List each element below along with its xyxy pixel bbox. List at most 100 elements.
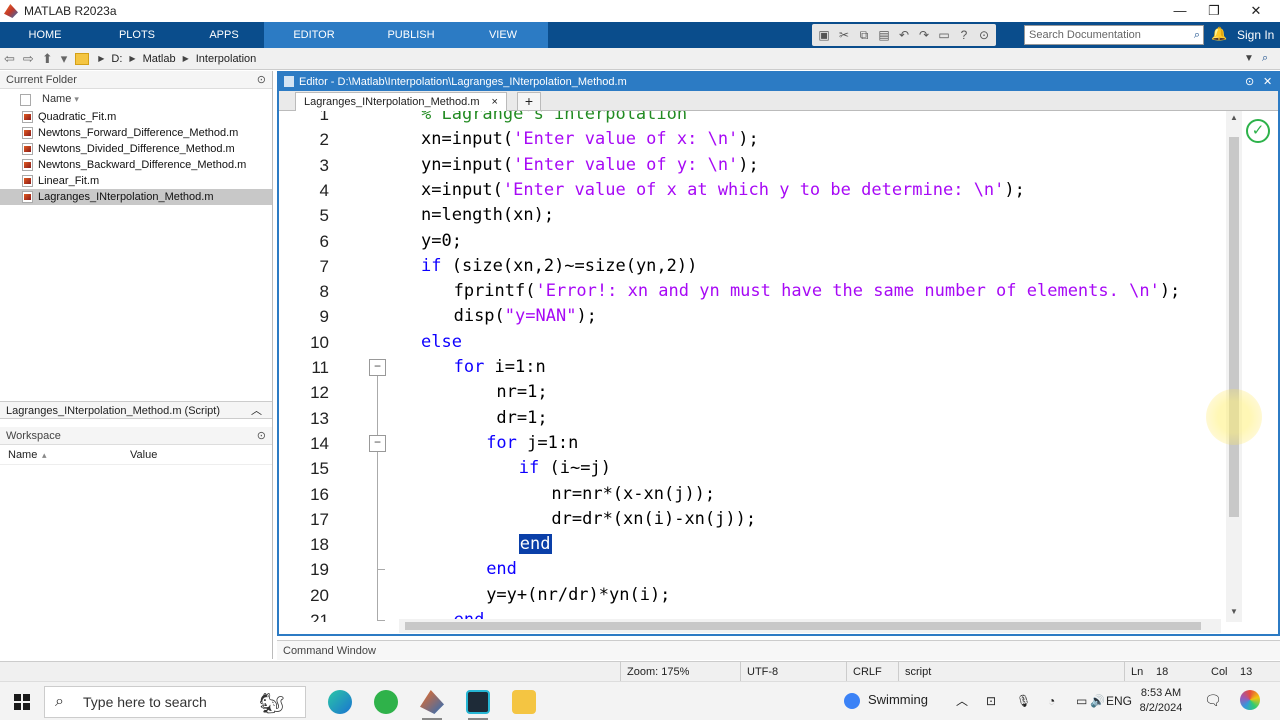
weather-widget[interactable]: Swimming (844, 692, 928, 709)
code-line[interactable]: 16 nr=nr*(x-xn(j)); (279, 482, 1220, 507)
wifi-icon[interactable]: ◔ (1048, 682, 1055, 721)
tab-plots[interactable]: PLOTS (90, 22, 184, 48)
code-line[interactable]: 4 x=input('Enter value of x at which y to… (279, 178, 1220, 203)
language-indicator[interactable]: ENG (1106, 682, 1132, 721)
battery-icon[interactable]: ▭ (1076, 682, 1087, 721)
meet-now-icon[interactable]: ⊡ (986, 682, 996, 721)
restore-icon[interactable]: ❐ (1194, 0, 1234, 22)
folder-search-icon[interactable]: ⌕ (1262, 52, 1268, 65)
help-icon[interactable]: ? (956, 27, 972, 43)
code-line[interactable]: 19 end (279, 557, 1220, 582)
line-number: 5 (319, 206, 329, 226)
code-analyzer-ok-icon[interactable]: ✓ (1246, 119, 1270, 143)
code-line[interactable]: 9 disp("y=NAN"); (279, 304, 1220, 329)
code-line[interactable]: 6 y=0; (279, 229, 1220, 254)
tab-apps[interactable]: APPS (184, 22, 264, 48)
undo-icon[interactable]: ↶ (896, 27, 912, 43)
redo-icon[interactable]: ↷ (916, 27, 932, 43)
taskbar-clock[interactable]: 8:53 AM 8/2/2024 (1136, 686, 1186, 716)
fold-toggle-icon[interactable]: − (369, 359, 386, 376)
horizontal-scroll-thumb[interactable] (405, 622, 1201, 630)
file-list-item[interactable]: Linear_Fit.m (0, 173, 272, 189)
tab-editor[interactable]: EDITOR (264, 22, 364, 48)
file-list-item[interactable]: Newtons_Forward_Difference_Method.m (0, 125, 272, 141)
code-line[interactable]: 1 % Lagrange's interpolation (279, 111, 1220, 127)
edge-browser-icon[interactable] (328, 690, 352, 714)
terminal-app-icon[interactable] (466, 690, 490, 714)
horizontal-scrollbar[interactable] (399, 619, 1221, 633)
address-dropdown-icon[interactable]: ▼ (1244, 53, 1254, 64)
code-line[interactable]: 3 yn=input('Enter value of y: \n'); (279, 153, 1220, 178)
breadcrumb-interpolation[interactable]: Interpolation (196, 53, 257, 65)
code-line[interactable]: 5 n=length(xn); (279, 203, 1220, 228)
cut-icon[interactable]: ✂ (836, 27, 852, 43)
editor-tab-strip: Lagranges_INterpolation_Method.m × + (279, 91, 1278, 111)
browse-folder-icon[interactable]: ▾ (61, 51, 68, 67)
collapse-details-icon[interactable]: ︿ (251, 402, 262, 420)
copy-icon[interactable]: ⧉ (856, 27, 872, 43)
paste-icon[interactable]: ▤ (876, 27, 892, 43)
details-bar[interactable]: Lagranges_INterpolation_Method.m (Script… (0, 401, 272, 419)
workspace-value-column[interactable]: Value (130, 445, 157, 465)
file-list-item[interactable]: Lagranges_INterpolation_Method.m (0, 189, 272, 205)
workspace-actions-icon[interactable]: ⊙ (257, 427, 266, 445)
code-line[interactable]: 12 nr=1; (279, 380, 1220, 405)
notifications-icon[interactable]: 🗨 (1204, 692, 1222, 709)
code-line[interactable]: 14 for j=1:n (279, 431, 1220, 456)
taskbar-search-input[interactable]: ⌕ Type here to search 🐿 (44, 686, 306, 718)
name-column-header[interactable]: Name ▾ (0, 89, 272, 109)
code-token: y=0; (421, 230, 462, 251)
close-icon[interactable]: ✕ (1236, 0, 1276, 22)
fold-toggle-icon[interactable]: − (369, 434, 386, 452)
editor-actions-icon[interactable]: ⊙ (1245, 73, 1254, 91)
breadcrumb-drive[interactable]: D: (111, 53, 122, 65)
code-line[interactable]: 17 dr=dr*(xn(i)-xn(j)); (279, 507, 1220, 532)
save-icon[interactable]: ▣ (816, 27, 832, 43)
volume-icon[interactable]: 🔊 (1090, 682, 1105, 721)
tab-home[interactable]: HOME (0, 22, 90, 48)
code-line[interactable]: 20 y=y+(nr/dr)*yn(i); (279, 583, 1220, 608)
code-line[interactable]: 11 for i=1:n (279, 355, 1220, 380)
code-line[interactable]: 8 fprintf('Error!: xn and yn must have th… (279, 279, 1220, 304)
scroll-up-icon[interactable]: ▲ (1230, 113, 1238, 122)
back-arrow-icon[interactable]: ⇦ (4, 51, 15, 67)
editor-tab[interactable]: Lagranges_INterpolation_Method.m × (295, 92, 507, 111)
tray-chevron-icon[interactable]: ︿ (956, 682, 968, 721)
tab-close-icon[interactable]: × (492, 93, 498, 111)
code-line[interactable]: 15 if (i~=j) (279, 456, 1220, 481)
copilot-icon[interactable] (1240, 690, 1260, 710)
up-folder-icon[interactable]: ⬆ (42, 51, 53, 67)
command-window-header[interactable]: Command Window (277, 640, 1280, 660)
file-list-item[interactable]: Quadratic_Fit.m (0, 109, 272, 125)
matlab-taskbar-icon[interactable] (420, 690, 444, 714)
workspace-name-column[interactable]: Name (8, 445, 37, 465)
vertical-scroll-thumb[interactable] (1229, 137, 1239, 517)
whatsapp-icon[interactable] (374, 690, 398, 714)
file-list-item[interactable]: Newtons_Divided_Difference_Method.m (0, 141, 272, 157)
code-line[interactable]: 10 else (279, 330, 1220, 355)
switch-windows-icon[interactable]: ▭ (936, 27, 952, 43)
editor-close-icon[interactable]: ✕ (1263, 73, 1272, 91)
sign-in-link[interactable]: Sign In (1237, 22, 1274, 48)
community-icon[interactable]: ⊙ (976, 27, 992, 43)
code-line[interactable]: 2 xn=input('Enter value of x: \n'); (279, 127, 1220, 152)
code-line[interactable]: 7 if (size(xn,2)~=size(yn,2)) (279, 254, 1220, 279)
code-token: i=1:n (484, 357, 546, 377)
file-list-item[interactable]: Newtons_Backward_Difference_Method.m (0, 157, 272, 173)
forward-arrow-icon[interactable]: ⇨ (23, 51, 34, 67)
code-line[interactable]: 13 dr=1; (279, 406, 1220, 431)
microphone-icon[interactable]: 🎙 (1016, 682, 1031, 721)
scroll-down-icon[interactable]: ▼ (1230, 607, 1238, 616)
tab-view[interactable]: VIEW (458, 22, 548, 48)
search-documentation-input[interactable]: Search Documentation ⌕ (1024, 25, 1204, 45)
breadcrumb-matlab[interactable]: Matlab (143, 53, 176, 65)
new-tab-button[interactable]: + (517, 92, 541, 111)
code-line[interactable]: 18 end (279, 532, 1220, 557)
tab-publish[interactable]: PUBLISH (364, 22, 458, 48)
code-area[interactable]: 1% Lagrange's interpolation 2 xn=input('En… (279, 111, 1220, 622)
windows-start-icon[interactable] (14, 694, 30, 710)
file-explorer-icon[interactable] (512, 690, 536, 714)
notification-bell-icon[interactable]: 🔔 (1211, 26, 1227, 42)
vertical-scrollbar[interactable]: ▲ ▼ (1226, 111, 1242, 622)
panel-actions-icon[interactable]: ⊙ (257, 71, 266, 89)
